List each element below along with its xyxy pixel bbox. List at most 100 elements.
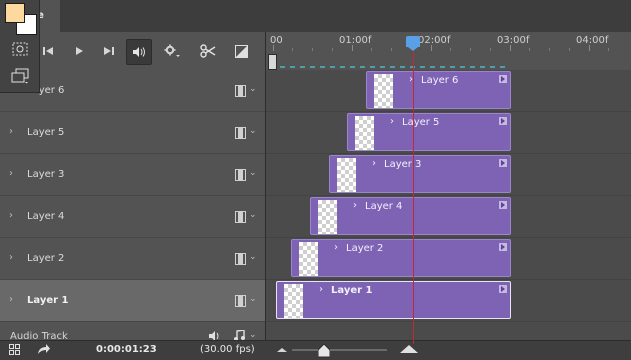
layer-clip[interactable]: › Layer 3 — [329, 155, 511, 193]
ruler-minor-tick — [490, 48, 491, 51]
layer-options-dropdown-icon[interactable]: ⌄ — [249, 294, 257, 304]
audio-track-dropdown-icon[interactable]: ⌄ — [249, 330, 257, 340]
scissors-icon — [200, 44, 216, 58]
clip-label: Layer 2 — [346, 243, 384, 254]
render-video-icon[interactable] — [37, 343, 51, 355]
selection-marquee-icon — [12, 42, 28, 56]
ruler-minor-tick — [371, 48, 372, 51]
ruler-minor-tick — [312, 48, 313, 51]
film-strip-icon[interactable] — [235, 169, 246, 181]
clip-label: Layer 3 — [384, 159, 422, 170]
layer-name: Layer 5 — [27, 127, 65, 138]
expand-chevron-icon[interactable]: › — [9, 210, 17, 221]
play-icon — [76, 47, 83, 55]
clip-label: Layer 5 — [402, 117, 440, 128]
audio-icon — [133, 47, 145, 57]
ruler-label-4: 04:00f — [576, 35, 609, 46]
film-strip-icon[interactable] — [235, 211, 246, 223]
split-at-playhead-button[interactable] — [196, 39, 220, 63]
ruler-minor-tick — [332, 48, 333, 51]
ruler-label-3: 03:00f — [497, 35, 530, 46]
audio-toggle-button[interactable] — [126, 39, 152, 65]
expand-chevron-icon[interactable]: › — [9, 168, 17, 179]
layer-name: Layer 2 — [27, 253, 65, 264]
layer-clip[interactable]: › Layer 6 — [366, 71, 511, 109]
clip-thumbnail — [337, 158, 356, 192]
foreground-color-swatch[interactable] — [5, 3, 25, 23]
layer-row[interactable]: › Layer 5 ⌄ — [0, 112, 265, 154]
ruler-label-2: 02:00f — [418, 35, 451, 46]
layer-clip[interactable]: › Layer 1 — [276, 281, 511, 319]
expand-chevron-icon[interactable]: › — [9, 126, 17, 137]
clip-expand-icon[interactable]: › — [319, 284, 323, 295]
ruler-tick — [273, 45, 274, 51]
next-frame-icon — [104, 47, 114, 55]
settings-gear-icon — [164, 44, 180, 57]
playhead-line[interactable] — [413, 44, 414, 344]
layer-options-dropdown-icon[interactable]: ⌄ — [249, 210, 257, 220]
clip-thumbnail — [374, 74, 393, 108]
clip-end-handle-icon[interactable] — [499, 285, 507, 293]
layer-row[interactable]: › Layer 3 ⌄ — [0, 154, 265, 196]
ruler-minor-tick — [549, 48, 550, 51]
ruler-tick — [431, 45, 432, 51]
clip-expand-icon[interactable]: › — [390, 116, 394, 127]
clip-end-handle-icon[interactable] — [499, 159, 507, 167]
layer-options-dropdown-icon[interactable]: ⌄ — [249, 126, 257, 136]
zoom-out-icon[interactable] — [276, 345, 288, 353]
layer-row[interactable]: › Layer 2 ⌄ — [0, 238, 265, 280]
layer-name: Layer 1 — [27, 295, 69, 306]
tools-panel — [0, 0, 40, 93]
layer-clip[interactable]: › Layer 4 — [310, 197, 511, 235]
film-strip-icon[interactable] — [235, 253, 246, 265]
playhead-handle[interactable] — [406, 36, 420, 51]
layer-row[interactable]: › Layer 1 ⌄ — [0, 280, 265, 322]
convert-to-frame-animation-icon[interactable] — [9, 344, 23, 355]
clip-end-handle-icon[interactable] — [499, 201, 507, 209]
screen-mode-button[interactable] — [9, 67, 31, 85]
ruler-minor-tick — [569, 48, 570, 51]
clip-thumbnail — [284, 284, 303, 318]
ruler-minor-tick — [450, 48, 451, 51]
quick-mask-button[interactable] — [9, 40, 31, 58]
clip-expand-icon[interactable]: › — [372, 158, 376, 169]
ruler-minor-tick — [529, 48, 530, 51]
clip-expand-icon[interactable]: › — [353, 200, 357, 211]
layer-row[interactable]: › Layer 4 ⌄ — [0, 196, 265, 238]
expand-chevron-icon[interactable]: › — [9, 252, 17, 263]
layer-name: Layer 4 — [27, 211, 65, 222]
transition-button[interactable] — [229, 39, 253, 63]
film-strip-icon[interactable] — [235, 85, 246, 97]
layer-options-dropdown-icon[interactable]: ⌄ — [249, 84, 257, 94]
ruler-label-0: 00 — [270, 35, 283, 46]
layer-options-dropdown-icon[interactable]: ⌄ — [249, 168, 257, 178]
zoom-in-icon[interactable] — [400, 344, 418, 354]
layer-clip[interactable]: › Layer 2 — [291, 239, 511, 277]
clip-end-handle-icon[interactable] — [499, 117, 507, 125]
expand-chevron-icon[interactable]: › — [9, 294, 17, 305]
next-frame-button[interactable] — [97, 39, 121, 63]
film-strip-icon[interactable] — [235, 127, 246, 139]
clip-end-handle-icon[interactable] — [499, 75, 507, 83]
play-button[interactable] — [67, 39, 91, 63]
frame-rate: (30.00 fps) — [200, 344, 255, 355]
zoom-slider-thumb[interactable] — [318, 344, 330, 358]
layer-options-dropdown-icon[interactable]: ⌄ — [249, 252, 257, 262]
film-strip-icon[interactable] — [235, 295, 246, 307]
work-area-bar[interactable] — [280, 66, 510, 68]
current-time: 0:00:01:23 — [96, 344, 157, 355]
ruler-minor-tick — [608, 48, 609, 51]
clip-end-handle-icon[interactable] — [499, 243, 507, 251]
work-area-start-handle[interactable] — [268, 54, 277, 70]
clip-label: Layer 4 — [365, 201, 403, 212]
clip-thumbnail — [299, 242, 318, 276]
ruler-minor-tick — [292, 48, 293, 51]
transition-icon — [234, 44, 248, 58]
zoom-slider-track[interactable] — [292, 349, 387, 351]
screen-mode-icon — [11, 68, 29, 84]
timeline-settings-button[interactable] — [160, 39, 184, 63]
clip-expand-icon[interactable]: › — [334, 242, 338, 253]
layer-clip[interactable]: › Layer 5 — [347, 113, 511, 151]
ruler-label-1: 01:00f — [339, 35, 372, 46]
ruler-minor-tick — [470, 48, 471, 51]
